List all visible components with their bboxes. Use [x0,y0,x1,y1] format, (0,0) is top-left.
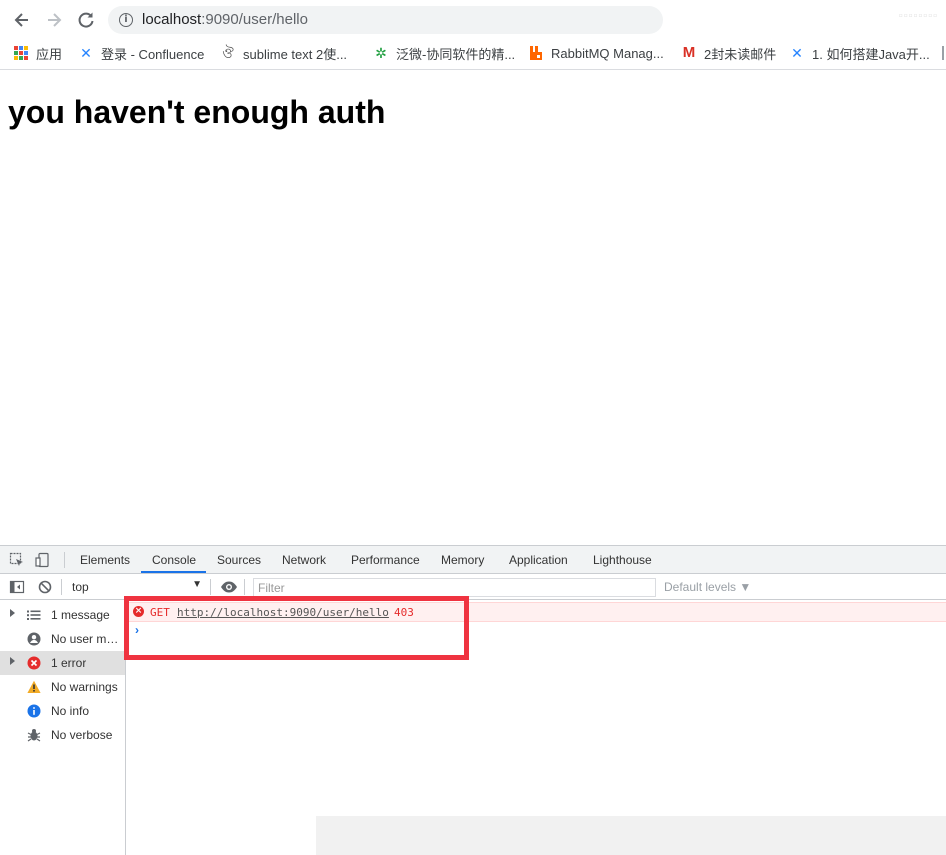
apps-grid-icon [14,46,28,60]
tab-elements[interactable]: Elements [80,553,130,567]
browser-toolbar: i localhost:9090/user/hello ▫▫▫▫▫▫▫▫ [0,2,946,38]
devtools-tab-bar: Elements Console Sources Network Perform… [0,546,946,574]
sidebar-item-label: No info [51,704,90,718]
extension-icons: ▫▫▫▫▫▫▫▫ [898,10,938,22]
show-sidebar-icon[interactable] [9,579,25,595]
expand-arrow-icon[interactable] [10,657,15,665]
sidebar-item-info[interactable]: No info [0,699,125,723]
bookmarks-bar: 应用 ✕ 登录 - Confluence ঔ sublime text 2使..… [0,40,946,66]
bookmark-label: RabbitMQ Manag... [551,45,664,61]
console-error-message: × GET http://localhost:9090/user/hello 4… [126,602,946,622]
bookmark-label: 2封未读邮件 [704,46,777,62]
bookmark-rabbitmq[interactable]: RabbitMQ Manag... [528,42,664,64]
user-icon [27,632,41,646]
sidebar-item-label: 1 error [51,656,87,670]
clear-console-icon[interactable] [37,579,53,595]
context-select-value: top [72,580,89,594]
toolbar-separator [61,579,62,595]
bookmark-label: sublime text 2使... [243,46,348,62]
tab-performance[interactable]: Performance [351,553,420,567]
bug-icon [27,728,41,742]
bookmark-confluence-login[interactable]: ✕ 登录 - Confluence [78,42,204,64]
bookmark-gmail[interactable]: M 2封未读邮件 [681,42,776,64]
console-prompt-icon[interactable]: › [135,623,139,637]
sidebar-item-errors[interactable]: 1 error [0,651,125,675]
warning-icon [27,680,41,694]
console-filter-input[interactable] [253,578,656,597]
sublime-icon: ঔ [222,45,234,61]
bookmark-label: 1. 如何搭建Java开... [812,46,930,62]
gmail-icon: M [682,44,696,61]
bookmark-sublime[interactable]: ঔ sublime text 2使... [220,42,347,64]
devtools-panel: Elements Console Sources Network Perform… [0,545,946,855]
toolbar-separator [210,579,211,595]
error-url-link[interactable]: http://localhost:9090/user/hello [177,606,389,619]
tab-application[interactable]: Application [509,553,568,567]
bookmark-apps[interactable]: 应用 [14,42,62,64]
tab-lighthouse[interactable]: Lighthouse [593,553,652,567]
address-bar[interactable]: i localhost:9090/user/hello [108,6,663,34]
context-select[interactable]: top ▼ [66,577,206,597]
tab-memory[interactable]: Memory [441,553,484,567]
error-icon [27,656,41,670]
url-host: localhost [142,11,202,28]
bookmark-label: 登录 - Confluence [101,46,205,62]
confluence-icon: ✕ [80,45,92,61]
reload-icon[interactable] [76,10,96,30]
active-tab-indicator [141,571,206,573]
site-info-icon[interactable]: i [119,13,133,27]
device-toolbar-icon[interactable] [35,552,51,568]
page-heading: you haven't enough auth [8,94,386,130]
sidebar-item-label: No user me... [51,632,121,646]
tab-console[interactable]: Console [152,553,196,567]
dropdown-arrow-icon: ▼ [192,579,202,590]
console-toolbar: top ▼ Default levels ▼ [0,574,946,600]
bookmarks-overflow-icon[interactable] [942,46,944,60]
list-icon [27,608,41,622]
sidebar-item-user-messages[interactable]: No user me... [0,627,125,651]
inspect-element-icon[interactable] [9,552,25,568]
sidebar-item-warnings[interactable]: No warnings [0,675,125,699]
bookmark-java-setup[interactable]: ✕ 1. 如何搭建Java开... [789,42,930,64]
confluence-icon: ✕ [791,45,803,61]
rabbitmq-icon [528,45,544,61]
console-sidebar: 1 message No user me... 1 error No warni… [0,600,126,855]
url-path: :9090/user/hello [201,11,308,28]
back-arrow-icon[interactable] [12,10,32,30]
error-icon: × [133,606,144,617]
bookmark-label: 应用 [36,46,63,62]
weaver-icon: ✲ [375,45,387,61]
sidebar-item-messages[interactable]: 1 message [0,603,125,627]
log-levels-dropdown[interactable]: Default levels ▼ [664,580,751,594]
expand-arrow-icon[interactable] [10,609,15,617]
live-expression-eye-icon[interactable] [220,579,237,595]
tab-sources[interactable]: Sources [217,553,261,567]
sidebar-item-label: 1 message [51,608,110,622]
tab-network[interactable]: Network [282,553,326,567]
error-status-code: 403 [394,606,414,619]
error-method: GET [150,606,170,619]
toolbar-separator [244,579,245,595]
bookmark-weaver[interactable]: ✲ 泛微-协同软件的精... [373,42,515,64]
browser-chrome: i localhost:9090/user/hello ▫▫▫▫▫▫▫▫ 应用 … [0,0,946,70]
sidebar-item-label: No warnings [51,680,118,694]
url-text[interactable]: localhost:9090/user/hello [142,11,308,28]
bookmark-label: 泛微-协同软件的精... [396,46,516,62]
info-icon [27,704,41,718]
forward-arrow-icon[interactable] [44,10,64,30]
sidebar-item-verbose[interactable]: No verbose [0,723,125,747]
sidebar-item-label: No verbose [51,728,113,742]
console-bottom-area [316,816,946,855]
tab-separator [64,552,65,568]
